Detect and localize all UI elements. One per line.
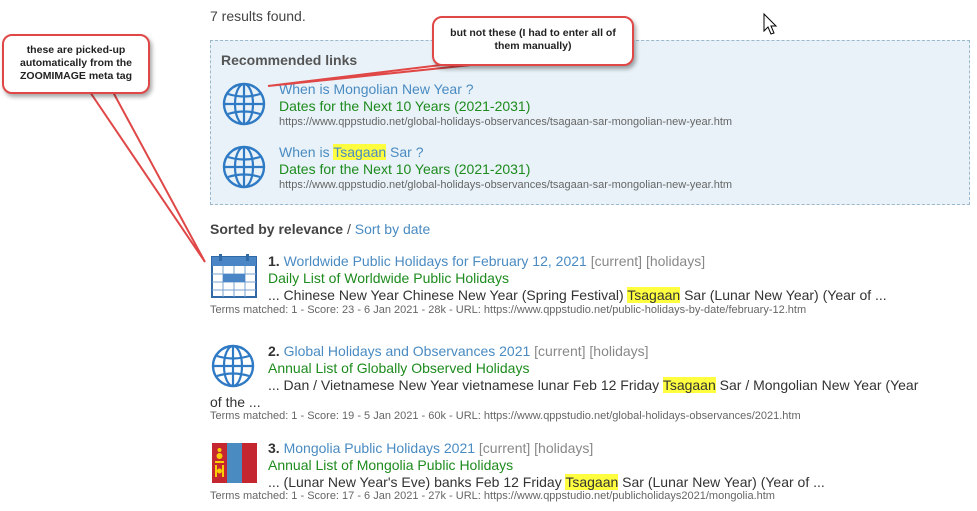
globe-icon (222, 82, 266, 126)
mouse-cursor-icon (763, 12, 778, 35)
callout-left: these are picked-up automatically from t… (2, 34, 150, 94)
result-number: 1. (268, 253, 280, 269)
sort-current: Sorted by relevance (210, 221, 344, 237)
result-title-link[interactable]: Global Holidays and Observances 2021 (284, 343, 531, 359)
result-meta: Terms matched: 1 - Score: 23 - 6 Jan 202… (210, 304, 807, 316)
result-tags: [current] [holidays] (590, 253, 706, 269)
result-subtitle: Annual List of Globally Observed Holiday… (268, 360, 530, 376)
search-highlight: Tsagaan (627, 287, 681, 303)
results-count: 7 results found. (210, 8, 306, 24)
callout-right: but not these (I had to enter all of the… (432, 16, 634, 66)
recommended-url: https://www.qppstudio.net/global-holiday… (279, 179, 733, 191)
recommended-url: https://www.qppstudio.net/global-holiday… (279, 116, 733, 128)
result-subtitle: Daily List of Worldwide Public Holidays (268, 270, 509, 286)
globe-icon (211, 344, 255, 388)
result-title-link[interactable]: Worldwide Public Holidays for February 1… (284, 253, 587, 269)
result-description: ... Dan / Vietnamese New Year vietnamese… (268, 377, 919, 393)
recommended-title: Recommended links (221, 52, 358, 68)
result-meta: Terms matched: 1 - Score: 17 - 6 Jan 202… (210, 490, 775, 502)
result-title-link[interactable]: Mongolia Public Holidays 2021 (284, 440, 475, 456)
search-highlight: Tsagaan (565, 474, 619, 490)
result-description: ... (Lunar New Year's Eve) banks Feb 12 … (268, 474, 825, 490)
calendar-icon (211, 254, 257, 298)
result-number: 2. (268, 343, 280, 359)
search-highlight: Tsagaan (333, 144, 387, 160)
recommended-link-mongolian-new-year[interactable]: When is Mongolian New Year ? (279, 81, 732, 98)
recommended-item: When is Tsagaan Sar ? Dates for the Next… (221, 144, 961, 196)
globe-icon (222, 145, 266, 189)
result-number: 3. (268, 440, 280, 456)
recommended-item: When is Mongolian New Year ? Dates for t… (221, 81, 961, 133)
result-subtitle: Annual List of Mongolia Public Holidays (268, 457, 514, 473)
result-description-wrap: of the ... (210, 394, 261, 410)
recommended-link-tsagaan-sar[interactable]: When is Tsagaan Sar ? (279, 144, 732, 161)
result-tags: [current] [holidays] (478, 440, 594, 456)
result-tags: [current] [holidays] (534, 343, 649, 359)
callout-pointer-left (88, 91, 206, 263)
mongolia-flag-icon (212, 443, 257, 483)
recommended-subtitle: Dates for the Next 10 Years (2021-2031) (279, 98, 531, 114)
sort-by-date-link[interactable]: Sort by date (355, 221, 431, 237)
sort-bar: Sorted by relevance / Sort by date (210, 221, 431, 237)
recommended-subtitle: Dates for the Next 10 Years (2021-2031) (279, 161, 531, 177)
result-meta: Terms matched: 1 - Score: 19 - 5 Jan 202… (210, 410, 801, 422)
result-description: ... Chinese New Year Chinese New Year (S… (268, 287, 887, 303)
search-highlight: Tsagaan (662, 377, 716, 393)
